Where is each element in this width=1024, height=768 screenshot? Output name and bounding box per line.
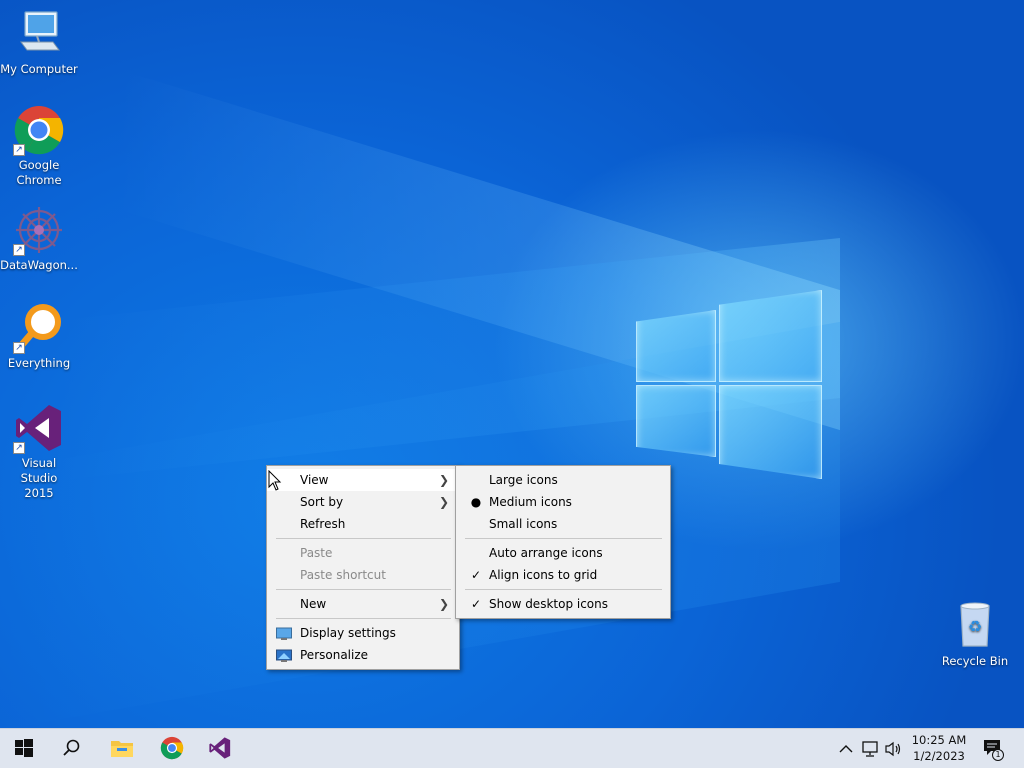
menu-item-new[interactable]: New ❯	[267, 593, 459, 615]
menu-item-paste[interactable]: Paste	[267, 542, 459, 564]
submenu-item-small-icons[interactable]: Small icons	[456, 513, 670, 535]
chevron-right-icon: ❯	[438, 495, 449, 509]
notification-count-badge: 1	[992, 749, 1004, 761]
menu-item-view[interactable]: View ❯	[267, 469, 459, 491]
desktop-icon-label: Everything	[7, 356, 71, 370]
desktop[interactable]: My Computer ↗ Google Chrome ↗ DataWagon.…	[0, 0, 1024, 728]
submenu-item-align-to-grid[interactable]: ✓ Align icons to grid	[456, 564, 670, 586]
display-icon	[276, 626, 292, 640]
taskbar-chrome[interactable]	[148, 729, 196, 768]
computer-icon	[13, 8, 65, 60]
desktop-icon-datawagon[interactable]: ↗ DataWagon...	[0, 204, 78, 273]
desktop-icon-everything[interactable]: ↗ Everything	[0, 302, 78, 371]
mouse-cursor-icon	[268, 469, 282, 492]
everything-search-icon: ↗	[13, 302, 65, 354]
checkmark-icon: ✓	[470, 568, 482, 582]
taskbar: 10:25 AM 1/2/2023 1	[0, 728, 1024, 768]
start-icon	[15, 738, 33, 760]
menu-separator	[276, 618, 451, 619]
menu-item-paste-shortcut[interactable]: Paste shortcut	[267, 564, 459, 586]
shortcut-arrow-icon: ↗	[13, 244, 25, 256]
desktop-icon-my-computer[interactable]: My Computer	[0, 8, 78, 77]
clock[interactable]: 10:25 AM 1/2/2023	[904, 732, 974, 764]
submenu-item-medium-icons[interactable]: ● Medium icons	[456, 491, 670, 513]
start-button[interactable]	[0, 729, 48, 768]
desktop-icon-recycle-bin[interactable]: ♻ Recycle Bin	[936, 600, 1014, 669]
personalize-icon	[276, 648, 292, 662]
menu-item-personalize[interactable]: Personalize	[267, 644, 459, 666]
menu-separator	[465, 538, 662, 539]
svg-text:♻: ♻	[968, 617, 982, 636]
chevron-up-icon[interactable]	[836, 739, 856, 759]
menu-separator	[276, 589, 451, 590]
clock-time: 10:25 AM	[911, 733, 967, 747]
visual-studio-icon	[208, 736, 232, 763]
recycle-bin-icon: ♻	[949, 600, 1001, 652]
chevron-right-icon: ❯	[438, 597, 449, 611]
chrome-icon: ↗	[13, 104, 65, 156]
visual-studio-icon: ↗	[13, 402, 65, 454]
radio-bullet-icon: ●	[470, 495, 482, 509]
clock-date: 1/2/2023	[913, 749, 965, 763]
desktop-icon-label: My Computer	[0, 62, 78, 76]
taskbar-visual-studio[interactable]	[196, 729, 244, 768]
file-explorer-icon	[110, 738, 134, 761]
desktop-icon-label: DataWagon...	[0, 258, 78, 272]
submenu-item-show-desktop-icons[interactable]: ✓ Show desktop icons	[456, 593, 670, 615]
desktop-icon-visual-studio[interactable]: ↗ Visual Studio 2015	[0, 402, 78, 501]
windows-logo-wallpaper	[636, 288, 824, 480]
chrome-icon	[160, 736, 184, 763]
volume-icon[interactable]	[884, 739, 904, 759]
checkmark-icon: ✓	[470, 597, 482, 611]
menu-separator	[276, 538, 451, 539]
submenu-item-large-icons[interactable]: Large icons	[456, 469, 670, 491]
menu-item-refresh[interactable]: Refresh	[267, 513, 459, 535]
desktop-icon-label: Visual Studio 2015	[20, 456, 58, 500]
submenu-item-auto-arrange[interactable]: Auto arrange icons	[456, 542, 670, 564]
search-button[interactable]	[48, 729, 96, 768]
view-submenu: Large icons ● Medium icons Small icons A…	[455, 465, 671, 619]
desktop-icon-google-chrome[interactable]: ↗ Google Chrome	[0, 104, 78, 188]
taskbar-file-explorer[interactable]	[98, 729, 146, 768]
shortcut-arrow-icon: ↗	[13, 442, 25, 454]
datawagon-icon: ↗	[13, 204, 65, 256]
chevron-right-icon: ❯	[438, 473, 449, 487]
search-icon	[63, 739, 81, 760]
desktop-icon-label: Recycle Bin	[941, 654, 1009, 668]
menu-item-display-settings[interactable]: Display settings	[267, 622, 459, 644]
desktop-icon-label: Google Chrome	[16, 158, 62, 187]
menu-separator	[465, 589, 662, 590]
menu-item-sort-by[interactable]: Sort by ❯	[267, 491, 459, 513]
network-icon[interactable]	[861, 739, 881, 759]
action-center-button[interactable]: 1	[982, 739, 1004, 761]
shortcut-arrow-icon: ↗	[13, 342, 25, 354]
desktop-context-menu: View ❯ Sort by ❯ Refresh Paste Paste sho…	[266, 465, 460, 670]
shortcut-arrow-icon: ↗	[13, 144, 25, 156]
